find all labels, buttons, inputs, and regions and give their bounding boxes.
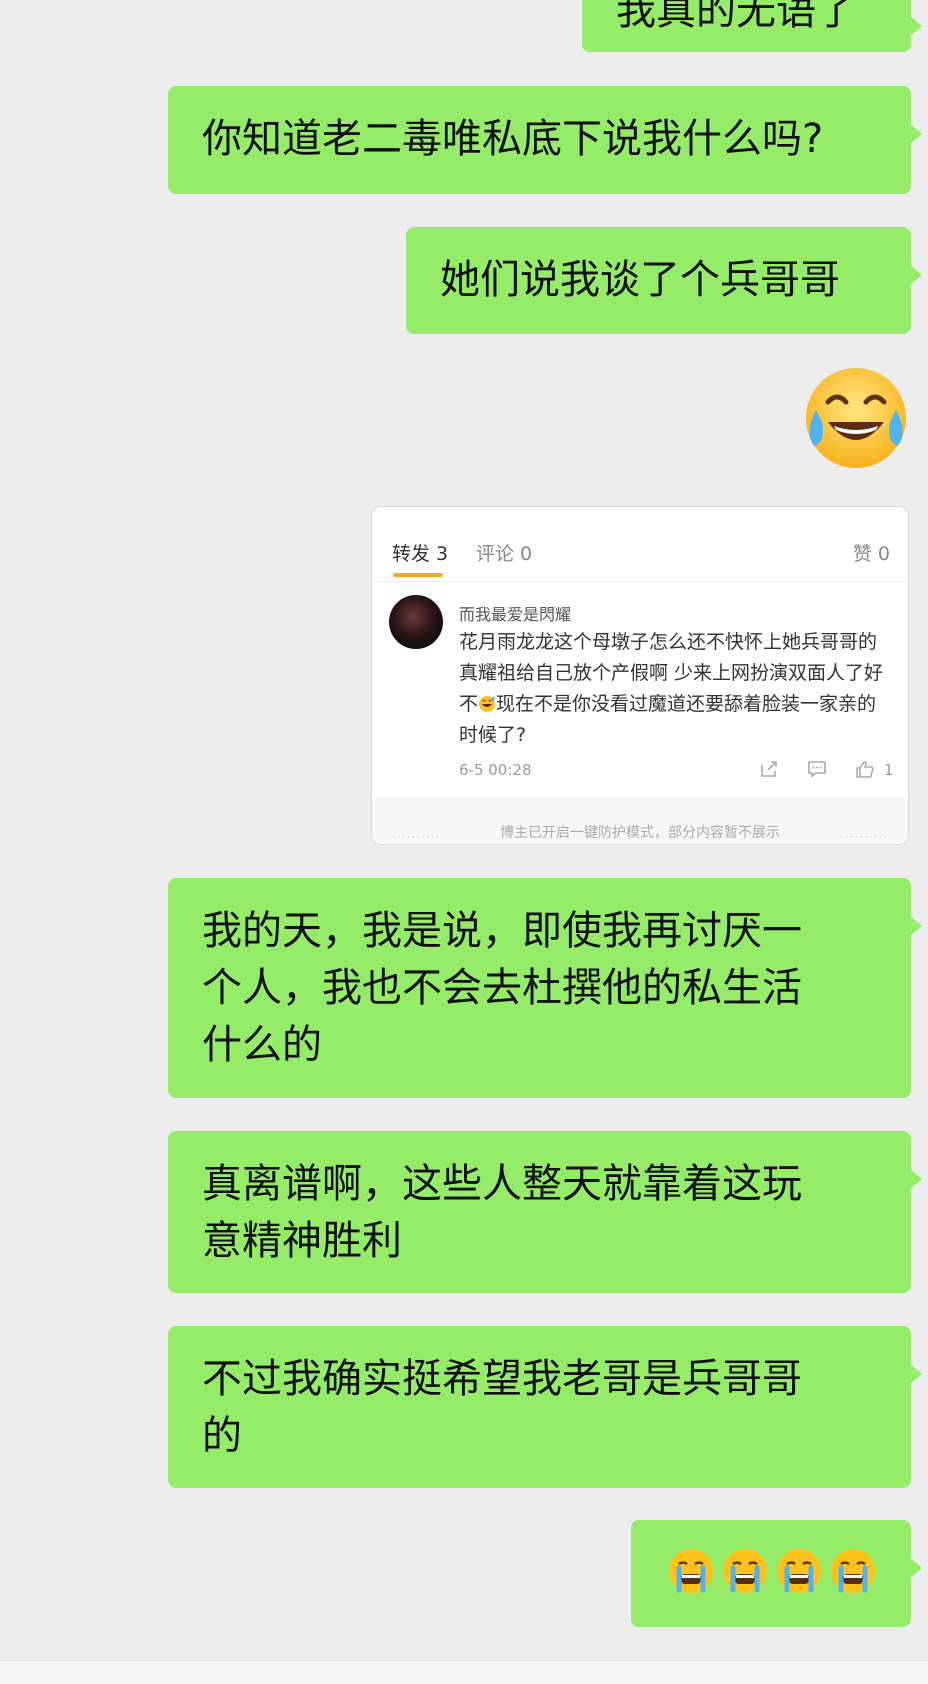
comment-text-part2: 现在不是你没看过魔道还要舔着脸装一家亲的时候了? [459, 693, 877, 746]
comment-time: 6-5 00:28 [459, 761, 532, 779]
crying-emoji-row [664, 1520, 911, 1612]
share-icon[interactable] [759, 760, 779, 778]
like-count: 1 [884, 761, 894, 779]
protection-mode-note: 博主已开启一键防护模式，部分内容暂不展示 [500, 825, 780, 841]
avatar[interactable] [389, 595, 443, 649]
comment-icon[interactable] [807, 760, 827, 778]
crying-emoji [666, 1546, 716, 1612]
message-bubble[interactable]: 我真的无语了 [582, 0, 922, 52]
tab-repost[interactable]: 转发 3 [392, 539, 448, 566]
card-footer: ·········· 博主已开启一键防护模式，部分内容暂不展示 ········… [372, 797, 908, 844]
footer-dots-right: ·········· [839, 830, 888, 844]
message-bubble[interactable]: 我的天，我是说，即使我再讨厌一 个人，我也不会去杜撰他的私生活 什么的 [168, 878, 922, 1098]
emoji-message-bubble[interactable] [631, 1520, 922, 1627]
message-text: 她们说我谈了个兵哥哥 [440, 257, 840, 303]
weibo-comment-card[interactable]: 转发 3 评论 0 赞 0 而我最爱是閃耀 花月雨龙龙这个母墩子怎么还不快怀上她… [371, 506, 909, 845]
crying-emoji [828, 1546, 878, 1612]
active-tab-indicator [393, 573, 443, 577]
message-bubble[interactable]: 你知道老二毒唯私底下说我什么吗? [168, 86, 922, 194]
message-bubble[interactable]: 真离谱啊，这些人整天就靠着这玩 意精神胜利 [168, 1131, 922, 1293]
tab-like[interactable]: 赞 0 [853, 539, 890, 566]
message-bubble[interactable]: 她们说我谈了个兵哥哥 [406, 227, 922, 334]
message-bubble[interactable]: 不过我确实挺希望我老哥是兵哥哥 的 [168, 1326, 922, 1488]
crying-emoji [774, 1546, 824, 1612]
message-text: 你知道老二毒唯私底下说我什么吗? [202, 116, 824, 162]
joy-tears-emoji[interactable] [800, 362, 912, 474]
comment-text: 花月雨龙龙这个母墩子怎么还不快怀上她兵哥哥的真耀祖给自己放个产假啊 少来上网扮演… [459, 627, 889, 751]
message-text: 我真的无语了 [616, 0, 856, 34]
message-text: 不过我确实挺希望我老哥是兵哥哥 的 [202, 1356, 802, 1459]
comment-username[interactable]: 而我最爱是閃耀 [459, 601, 571, 625]
message-text: 我的天，我是说，即使我再讨厌一 个人，我也不会去杜撰他的私生活 什么的 [202, 908, 802, 1068]
input-bar-edge [0, 1660, 928, 1684]
crying-emoji [720, 1546, 770, 1612]
thumbs-up-icon[interactable] [855, 760, 875, 778]
tab-comment[interactable]: 评论 0 [476, 539, 532, 566]
card-tabs: 转发 3 评论 0 赞 0 [372, 507, 908, 582]
grin-sweat-emoji [478, 692, 496, 712]
message-text: 真离谱啊，这些人整天就靠着这玩 意精神胜利 [202, 1161, 802, 1264]
